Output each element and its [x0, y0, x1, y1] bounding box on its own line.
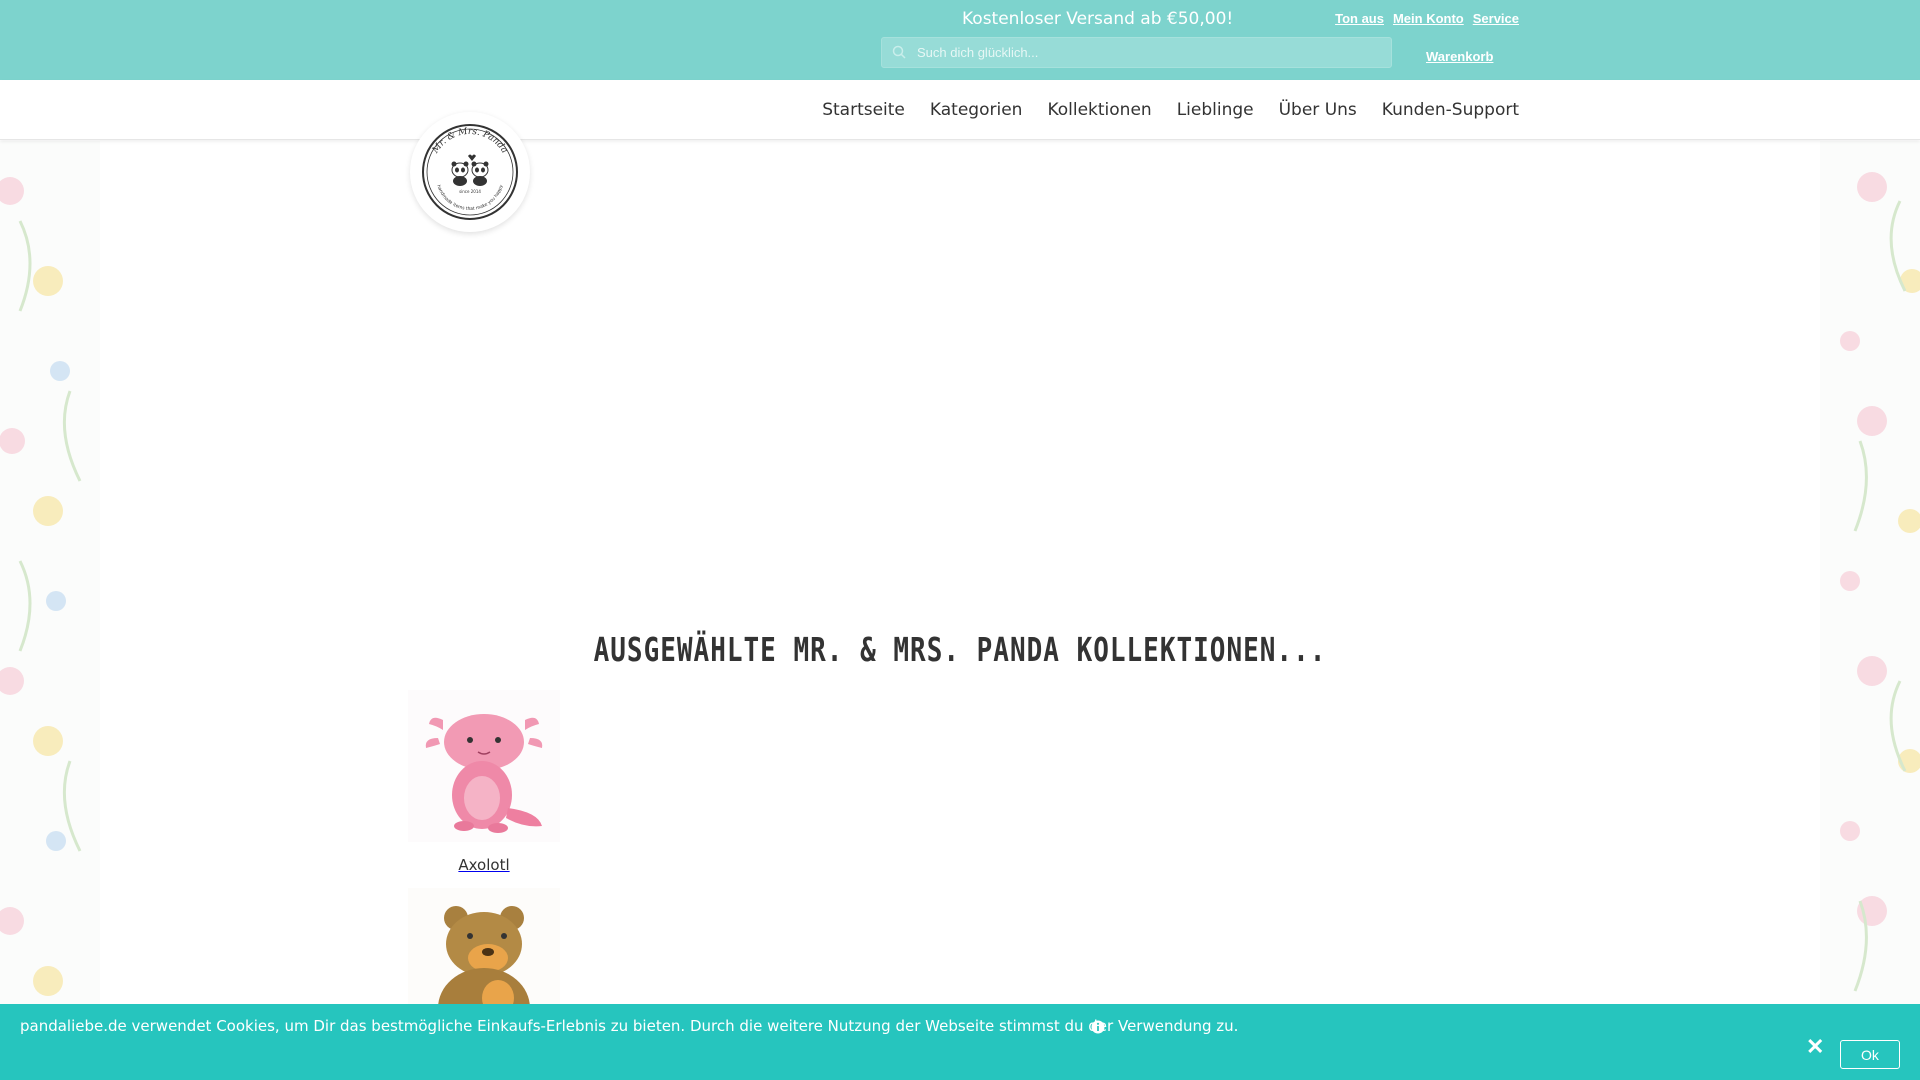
floral-border-right-icon [1820, 141, 1920, 1004]
nav-item-collections[interactable]: Kollektionen [1047, 100, 1151, 120]
main-nav: Startseite Kategorien Kollektionen Liebl… [822, 100, 1519, 120]
cookie-notice-text: pandaliebe.de verwendet Cookies, um Dir … [20, 1017, 1239, 1035]
brand-logo[interactable]: Mr. & Mrs. Panda handmade items that mak… [410, 112, 530, 232]
axolotl-illustration-icon [408, 690, 560, 842]
cookie-consent-bar: pandaliebe.de verwendet Cookies, um Dir … [0, 1004, 1920, 1080]
info-icon[interactable] [1091, 1020, 1105, 1034]
sound-off-link[interactable]: Ton aus [1335, 11, 1384, 26]
svg-text:Mr. & Mrs. Panda: Mr. & Mrs. Panda [430, 127, 509, 156]
cart-link[interactable]: Warenkorb [1426, 49, 1493, 64]
featured-collections-heading: AUSGEWÄHLTE MR. & MRS. PANDA KOLLEKTIONE… [593, 632, 1327, 670]
close-icon[interactable]: ✕ [1806, 1034, 1824, 1060]
top-bar: Kostenloser Versand ab €50,00! Ton aus M… [0, 0, 1920, 80]
free-shipping-promo: Kostenloser Versand ab €50,00! [962, 9, 1234, 29]
nav-item-home[interactable]: Startseite [822, 100, 905, 120]
logo-title-text: Mr. & Mrs. Panda [430, 127, 509, 156]
nav-item-categories[interactable]: Kategorien [930, 100, 1023, 120]
panda-logo-icon: Mr. & Mrs. Panda handmade items that mak… [422, 124, 518, 220]
logo-since-text: since 2014 [459, 189, 481, 194]
search-icon[interactable] [892, 45, 906, 59]
panda-couple-icon [451, 154, 489, 186]
floral-border-left-icon [0, 141, 100, 1004]
search-input[interactable] [881, 37, 1392, 68]
service-link[interactable]: Service [1473, 11, 1519, 26]
nav-item-about[interactable]: Über Uns [1279, 100, 1357, 120]
top-links: Ton aus Mein Konto Service [1335, 11, 1519, 26]
collection-label-axolotl: Axolotl [458, 856, 510, 874]
collection-item-axolotl[interactable]: Axolotl [408, 690, 560, 874]
my-account-link[interactable]: Mein Konto [1393, 11, 1464, 26]
nav-item-favorites[interactable]: Lieblinge [1177, 100, 1254, 120]
cookie-ok-button[interactable]: Ok [1840, 1040, 1900, 1069]
main-navbar: Startseite Kategorien Kollektionen Liebl… [0, 80, 1920, 140]
nav-item-support[interactable]: Kunden-Support [1382, 100, 1519, 120]
